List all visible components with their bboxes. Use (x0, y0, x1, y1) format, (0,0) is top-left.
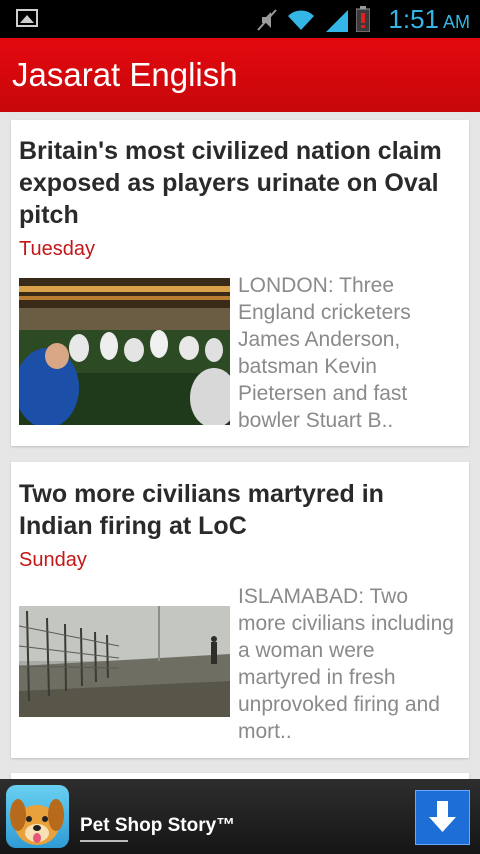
article-title[interactable]: Britain's most civilized nation claim ex… (19, 135, 459, 231)
ad-label[interactable]: Pet Shop Story™ (80, 815, 235, 837)
clock: 1:51 AM (388, 4, 470, 35)
article-date: Tuesday (19, 238, 95, 260)
article-thumbnail[interactable] (19, 606, 230, 717)
status-icons (256, 6, 370, 32)
battery-alert-icon (356, 6, 370, 32)
article-excerpt: LONDON: Three England cricketers James A… (238, 274, 411, 432)
article-date: Sunday (19, 549, 87, 571)
wifi-icon (288, 10, 314, 30)
article-excerpt: ISLAMABAD: Two more civilians including … (238, 585, 454, 743)
app-bar: Jasarat English (0, 38, 480, 112)
article-title[interactable]: Two more civilians martyred in Indian fi… (19, 478, 459, 542)
mute-icon (257, 9, 277, 31)
cricket-players-photo (19, 278, 230, 425)
clock-ampm: AM (443, 12, 470, 32)
article-thumbnail[interactable] (19, 278, 230, 425)
ad-underline (80, 840, 128, 842)
clock-time: 1:51 (388, 4, 439, 34)
dog-icon[interactable] (6, 785, 69, 848)
status-bar: 1:51 AM (0, 0, 480, 38)
download-arrow-icon[interactable] (415, 790, 470, 845)
ad-banner[interactable]: Pet Shop Story™ (0, 779, 480, 854)
border-fence-photo (19, 606, 230, 717)
signal-icon (326, 10, 348, 32)
article-card[interactable]: Britain's most civilized nation claim ex… (11, 120, 469, 446)
app-title: Jasarat English (12, 56, 238, 93)
article-card[interactable]: Two more civilians martyred in Indian fi… (11, 462, 469, 758)
gallery-icon (16, 9, 38, 27)
